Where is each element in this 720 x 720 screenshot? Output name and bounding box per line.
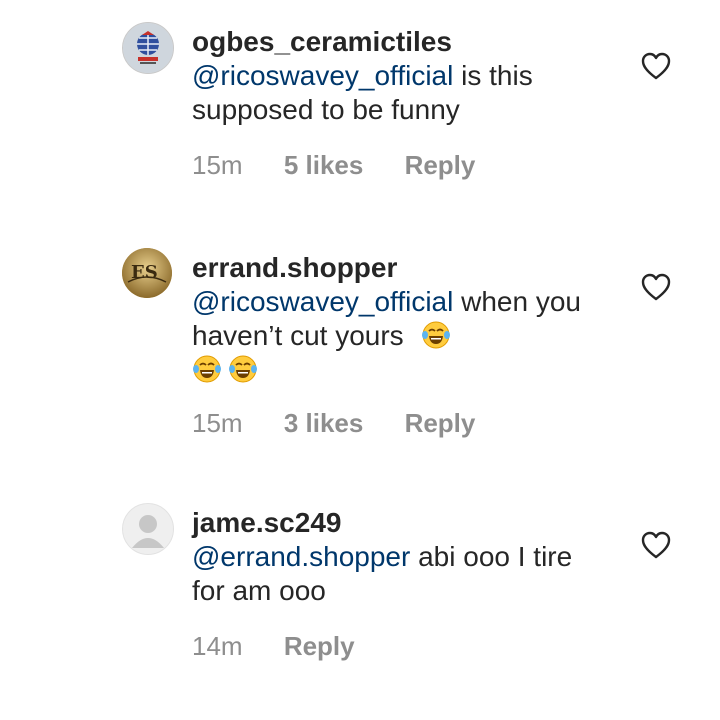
comment-time: 15m [192, 408, 243, 438]
mention-link[interactable]: @errand.shopper [192, 541, 410, 572]
reply-button[interactable]: Reply [284, 631, 355, 661]
reply-button[interactable]: Reply [405, 408, 476, 438]
comment-time: 15m [192, 150, 243, 180]
svg-text:ES: ES [131, 262, 158, 283]
comment-meta: 14m Reply [192, 631, 389, 662]
likes-count[interactable]: 3 likes [284, 408, 364, 438]
avatar[interactable] [122, 22, 174, 74]
heart-icon[interactable] [641, 531, 671, 559]
comment-text: @errand.shopper abi ooo I tire for am oo… [192, 540, 592, 608]
avatar[interactable]: ES [122, 248, 172, 298]
laughing-crying-emoji-icon [193, 355, 221, 383]
comment-username[interactable]: jame.sc249 [192, 506, 612, 540]
laughing-crying-emoji-icon [229, 355, 257, 383]
mention-link[interactable]: @ricoswavey_official [192, 60, 453, 91]
ceramic-tiles-logo-icon [123, 23, 173, 73]
heart-icon[interactable] [641, 52, 671, 80]
comment-meta: 15m 3 likes Reply [192, 408, 509, 439]
comment-text: @ricoswavey_official when you haven’t cu… [192, 285, 612, 387]
heart-icon[interactable] [641, 273, 671, 301]
default-avatar-icon [123, 504, 173, 554]
avatar[interactable] [122, 503, 174, 555]
mention-link[interactable]: @ricoswavey_official [192, 286, 453, 317]
comment-time: 14m [192, 631, 243, 661]
comment-username[interactable]: ogbes_ceramictiles [192, 25, 612, 59]
comment-username[interactable]: errand.shopper [192, 251, 612, 285]
errand-shopper-logo-icon: ES [122, 248, 172, 298]
comment-text: @ricoswavey_official is this supposed to… [192, 59, 612, 127]
laughing-crying-emoji-icon [422, 321, 451, 349]
likes-count[interactable]: 5 likes [284, 150, 364, 180]
reply-button[interactable]: Reply [405, 150, 476, 180]
comment-meta: 15m 5 likes Reply [192, 150, 509, 181]
